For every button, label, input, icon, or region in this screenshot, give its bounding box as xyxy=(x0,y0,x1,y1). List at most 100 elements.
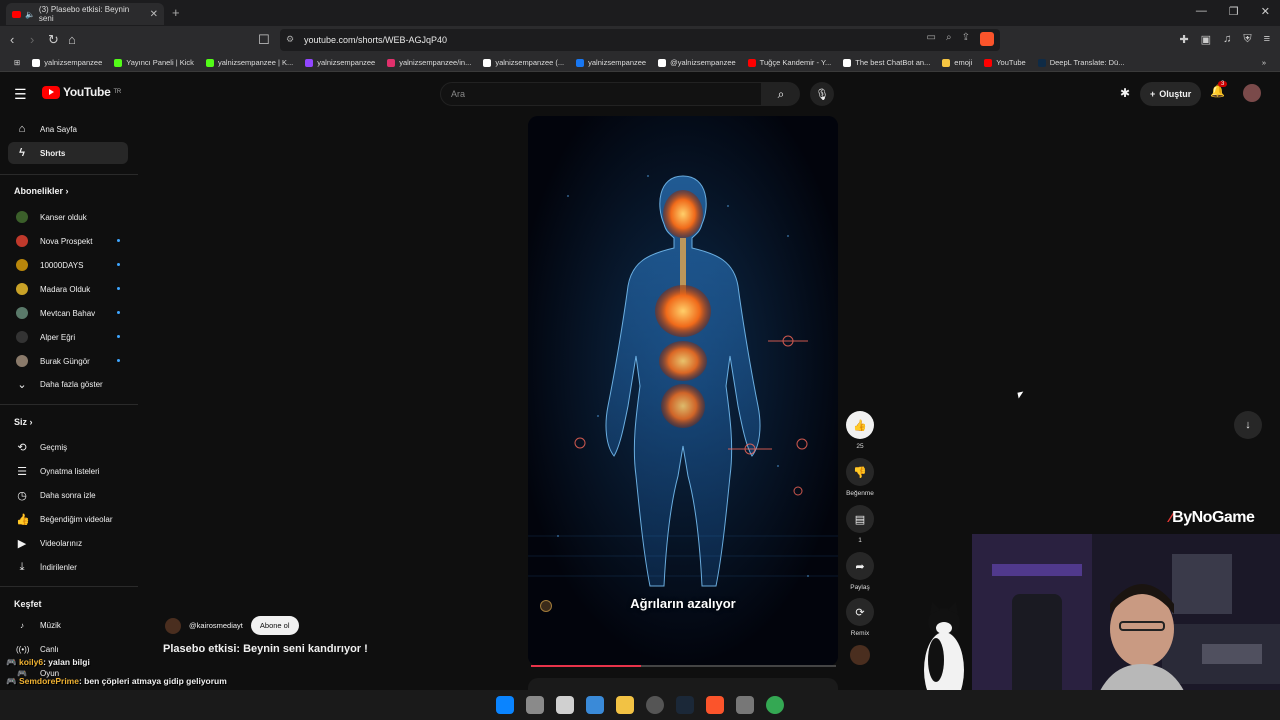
video-progress-bar[interactable] xyxy=(531,665,836,667)
subscription-item[interactable]: Kanser olduk xyxy=(8,206,128,228)
bookmark-item[interactable]: yalnizsempanzee xyxy=(26,58,108,67)
share-icon[interactable]: ⇪ xyxy=(962,32,970,46)
file-icon[interactable] xyxy=(526,696,544,714)
cast-icon[interactable]: ▭ xyxy=(927,32,936,46)
dislike-button[interactable]: 👎 Beğenme xyxy=(846,458,874,497)
like-button[interactable]: 👍 25 xyxy=(846,411,874,450)
forward-icon[interactable]: › xyxy=(30,32,34,47)
sidebar-item-you[interactable]: 👍 Beğendiğim videolar xyxy=(8,508,128,530)
account-avatar[interactable] xyxy=(1243,84,1261,102)
bookmark-item[interactable]: DeepL Translate: Dü... xyxy=(1032,58,1131,67)
sidebar: ⌂ Ana Sayfa ϟ Shorts Abonelikler › Kanser … xyxy=(0,116,138,696)
channel-avatar[interactable] xyxy=(165,617,181,634)
media-icon[interactable]: ♫ xyxy=(1223,33,1231,46)
search-input[interactable]: Ara xyxy=(440,82,762,106)
bookmark-item[interactable]: The best ChatBot an... xyxy=(837,58,936,67)
subscription-item[interactable]: Nova Prospekt xyxy=(8,230,128,252)
reload-icon[interactable]: ↻ xyxy=(48,32,59,48)
site-info-icon[interactable]: ⚙ xyxy=(286,34,294,45)
remix-button[interactable]: ⟳ Remix xyxy=(846,598,874,637)
create-button[interactable]: + Oluştur xyxy=(1140,82,1202,106)
back-icon[interactable]: ‹ xyxy=(10,32,14,47)
subscribe-button[interactable]: Abone ol xyxy=(250,616,299,635)
extensions-icon[interactable]: ✚ xyxy=(1179,33,1188,46)
subscription-item[interactable]: Madara Olduk xyxy=(8,278,128,300)
bookmark-item[interactable]: emoji xyxy=(936,58,978,67)
bookmark-item[interactable]: yalnizsempanzee xyxy=(299,58,381,67)
sidebar-item-you[interactable]: ▶ Videolarınız xyxy=(8,532,128,554)
bookmark-item[interactable]: YouTube xyxy=(978,58,1031,67)
sound-avatar[interactable] xyxy=(846,645,874,665)
comments-button[interactable]: ▤ 1 xyxy=(846,505,874,544)
restore-icon[interactable]: ❐ xyxy=(1229,5,1239,18)
short-video-player[interactable]: Ağrıların azalıyor xyxy=(528,116,838,666)
sidebar-item-you[interactable]: ◷ Daha sonra izle xyxy=(8,484,128,506)
bookmark-favicon-icon xyxy=(1037,58,1046,67)
sidebar-item-home[interactable]: ⌂ Ana Sayfa xyxy=(8,118,128,140)
apps-icon[interactable]: ⊞ xyxy=(8,58,26,67)
minimize-icon[interactable]: — xyxy=(1196,5,1207,18)
windows-start-icon[interactable] xyxy=(496,696,514,714)
video-title[interactable]: Plasebo etkisi: Beynin seni kandırıyor ! xyxy=(163,643,368,655)
show-more-button[interactable]: ⌄ Daha fazla göster xyxy=(8,373,128,395)
you-label: Siz xyxy=(14,417,28,427)
bookmark-item[interactable]: yalnizsempanzee xyxy=(570,58,652,67)
hamburger-menu-icon[interactable]: ☰ xyxy=(14,86,27,103)
media-player-icon[interactable] xyxy=(736,696,754,714)
sidebar-icon[interactable]: ▣ xyxy=(1201,33,1211,46)
notifications-button[interactable]: 🔔 3 xyxy=(1210,81,1228,98)
logo-text: YouTube xyxy=(63,85,111,99)
sidebar-item-explore[interactable]: ♪ Müzik xyxy=(8,614,128,636)
extension-icon[interactable]: ✱ xyxy=(1120,86,1130,100)
streamer-watermark: ⁄ByNoGame xyxy=(1170,509,1255,527)
bookmark-item[interactable]: yalnizsempanzee (... xyxy=(477,58,570,67)
photos-icon[interactable] xyxy=(586,696,604,714)
subscription-item[interactable]: Mevtcan Bahav xyxy=(8,302,128,324)
youtube-logo[interactable]: YouTube TR xyxy=(42,85,121,99)
vpn-icon[interactable]: ⛨ xyxy=(1243,33,1251,46)
folder-icon[interactable] xyxy=(616,696,634,714)
subscriptions-header[interactable]: Abonelikler › xyxy=(14,186,69,196)
menu-icon[interactable]: ≡ xyxy=(1264,33,1270,46)
microphone-icon: 🎙 xyxy=(815,88,829,101)
close-tab-icon[interactable]: ✕ xyxy=(150,9,158,20)
like-count: 25 xyxy=(856,443,864,450)
sidebar-item-shorts[interactable]: ϟ Shorts xyxy=(8,142,128,164)
sidebar-item-you[interactable]: ⤓ İndirilenler xyxy=(8,556,128,578)
channel-handle[interactable]: @kairosmediayt xyxy=(189,621,243,630)
zoom-icon[interactable]: ⌕ xyxy=(946,32,952,46)
sidebar-item-you[interactable]: ⟲ Geçmiş xyxy=(8,436,128,458)
obs-icon[interactable] xyxy=(646,696,664,714)
bookmark-item[interactable]: yalnizsempanzee | K... xyxy=(200,58,299,67)
sidebar-item-you[interactable]: ☰ Oynatma listeleri xyxy=(8,460,128,482)
browser-tab[interactable]: 🔈 (3) Plasebo etkisi: Beynin seni ✕ xyxy=(6,3,164,25)
bookmark-label: yalnizsempanzee xyxy=(317,58,376,67)
bookmark-item[interactable]: Tuğçe Kandemir - Y... xyxy=(742,58,838,67)
subscription-item[interactable]: 10000DAYS xyxy=(8,254,128,276)
brave-shield-icon[interactable] xyxy=(980,32,994,46)
logo-country: TR xyxy=(113,89,121,95)
app-icon[interactable] xyxy=(556,696,574,714)
steam-icon[interactable] xyxy=(676,696,694,714)
subscription-item[interactable]: Alper Eğri xyxy=(8,326,128,348)
new-tab-icon[interactable]: + xyxy=(172,5,180,20)
channel-avatar-icon xyxy=(850,645,870,665)
voice-search-button[interactable]: 🎙 xyxy=(810,82,834,106)
close-window-icon[interactable]: ✕ xyxy=(1261,5,1270,18)
subscription-item[interactable]: Burak Güngör xyxy=(8,350,128,372)
search-button[interactable]: ⌕ xyxy=(762,82,800,106)
home-icon[interactable]: ⌂ xyxy=(68,32,76,47)
you-header[interactable]: Siz › xyxy=(14,417,33,427)
bookmark-item[interactable]: yalnizsempanzee/in... xyxy=(381,58,477,67)
bookmark-label: yalnizsempanzee xyxy=(44,58,103,67)
bookmark-item[interactable]: @yalnizsempanzee xyxy=(652,58,742,67)
bookmark-item[interactable]: Yayıncı Paneli | Kick xyxy=(108,58,200,67)
more-bookmarks-icon[interactable]: » xyxy=(1256,58,1272,67)
chrome-icon[interactable] xyxy=(766,696,784,714)
next-short-button[interactable]: ↓ xyxy=(1234,411,1262,439)
brave-browser-icon[interactable] xyxy=(706,696,724,714)
bookmark-icon[interactable]: ☐ xyxy=(258,32,270,48)
share-button[interactable]: ➦ Paylaş xyxy=(846,552,874,591)
mouse-cursor-icon xyxy=(1017,391,1025,399)
url-field[interactable]: ⚙ youtube.com/shorts/WEB-AGJqP40 ▭ ⌕ ⇪ xyxy=(280,29,1000,51)
